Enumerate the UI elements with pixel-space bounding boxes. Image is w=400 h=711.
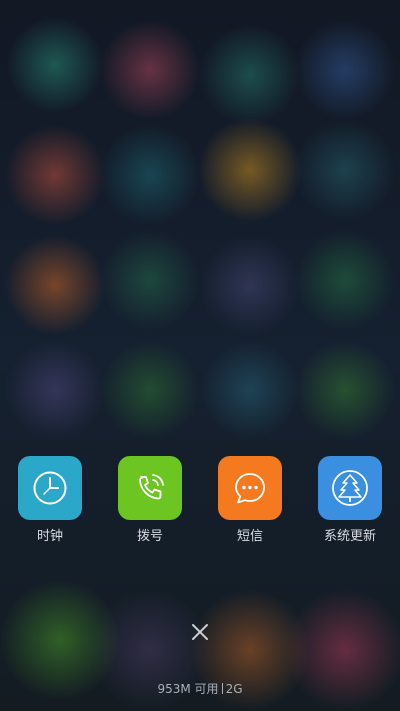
message-icon [235,473,265,504]
recent-app-messages[interactable]: 短信 [200,456,300,545]
clock-app-tile[interactable] [18,456,82,520]
memory-available: 953M 可用 [157,682,219,696]
phone-icon [139,474,164,500]
app-label: 时钟 [36,529,63,544]
app-label: 拨号 [136,529,163,544]
app-label: 系统更新 [323,529,376,544]
clock-icon [33,471,67,505]
update-tree-icon [332,470,368,506]
blurred-wallpaper-background [0,0,400,711]
app-label: 短信 [236,529,263,544]
system-update-app-tile[interactable] [318,456,382,520]
recent-app-clock[interactable]: 时钟 [0,456,100,545]
memory-separator [221,683,223,694]
memory-status: 953M 可用 2G [0,680,400,697]
recent-app-dialer[interactable]: 拨号 [100,456,200,545]
dialer-app-tile[interactable] [118,456,182,520]
messages-app-tile[interactable] [218,456,282,520]
clear-recents-button[interactable] [186,618,214,646]
recent-app-system-update[interactable]: 系统更新 [300,456,400,545]
memory-total: 2G [225,682,243,696]
close-icon [192,624,208,640]
recent-apps-row: 时钟 拨号 短信 系统更新 [0,456,400,556]
